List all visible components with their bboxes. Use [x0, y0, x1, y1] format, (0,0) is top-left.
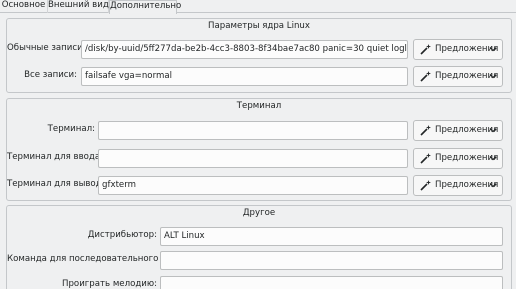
output-suggestions-combo[interactable]: Предложения: [413, 175, 503, 196]
tab-basic[interactable]: Основное: [0, 0, 48, 13]
play-melody-label: Проиграть мелодию:: [62, 279, 157, 289]
all-entries-field[interactable]: failsafe vga=normal: [81, 67, 408, 86]
play-melody-field[interactable]: [160, 276, 503, 289]
output-terminal-field[interactable]: gfxterm: [98, 176, 408, 195]
other-title: Другое: [242, 208, 276, 218]
normal-suggestions-combo[interactable]: Предложения: [413, 39, 503, 60]
terminal-field[interactable]: [98, 121, 408, 140]
tab-appearance[interactable]: Внешний вид: [48, 0, 109, 13]
chevron-down-icon: [489, 128, 497, 133]
all-entries-label: Все записи:: [24, 70, 77, 80]
input-suggestions-combo[interactable]: Предложения: [413, 148, 503, 169]
terminal-title: Терминал: [236, 101, 282, 111]
input-terminal-field[interactable]: [98, 149, 408, 168]
magic-wand-icon: [420, 71, 431, 82]
output-terminal-label: Терминал для вывода:: [7, 179, 110, 189]
magic-wand-icon: [420, 125, 431, 136]
magic-wand-icon: [420, 180, 431, 191]
distributor-field[interactable]: ALT Linux: [160, 227, 503, 246]
tab-advanced[interactable]: Дополнительно: [109, 0, 181, 14]
normal-entries-label: Обычные записи:: [7, 43, 86, 53]
chevron-down-icon: [489, 47, 497, 52]
kernel-params-group: Параметры ядра Linux Обычные записи: /di…: [6, 18, 512, 93]
chevron-down-icon: [489, 74, 497, 79]
all-suggestions-combo[interactable]: Предложения: [413, 66, 503, 87]
chevron-down-icon: [489, 156, 497, 161]
serial-command-field[interactable]: [160, 251, 503, 270]
distributor-label: Дистрибьютор:: [87, 230, 157, 240]
serial-command-label: Команда для последовательного порта:: [7, 254, 191, 264]
kernel-params-title: Параметры ядра Linux: [208, 21, 310, 31]
terminal-label: Терминал:: [47, 124, 95, 134]
tab-bar: Основное Внешний вид Дополнительно: [0, 0, 516, 14]
magic-wand-icon: [420, 44, 431, 55]
chevron-down-icon: [489, 183, 497, 188]
terminal-suggestions-combo[interactable]: Предложения: [413, 120, 503, 141]
other-group: Другое Дистрибьютор: ALT Linux Команда д…: [6, 205, 512, 289]
input-terminal-label: Терминал для ввода:: [7, 152, 103, 162]
terminal-group: Терминал Терминал: Предложения Терминал …: [6, 98, 512, 201]
normal-entries-field[interactable]: /disk/by-uuid/5ff277da-be2b-4cc3-8803-8f…: [81, 40, 408, 59]
magic-wand-icon: [420, 153, 431, 164]
